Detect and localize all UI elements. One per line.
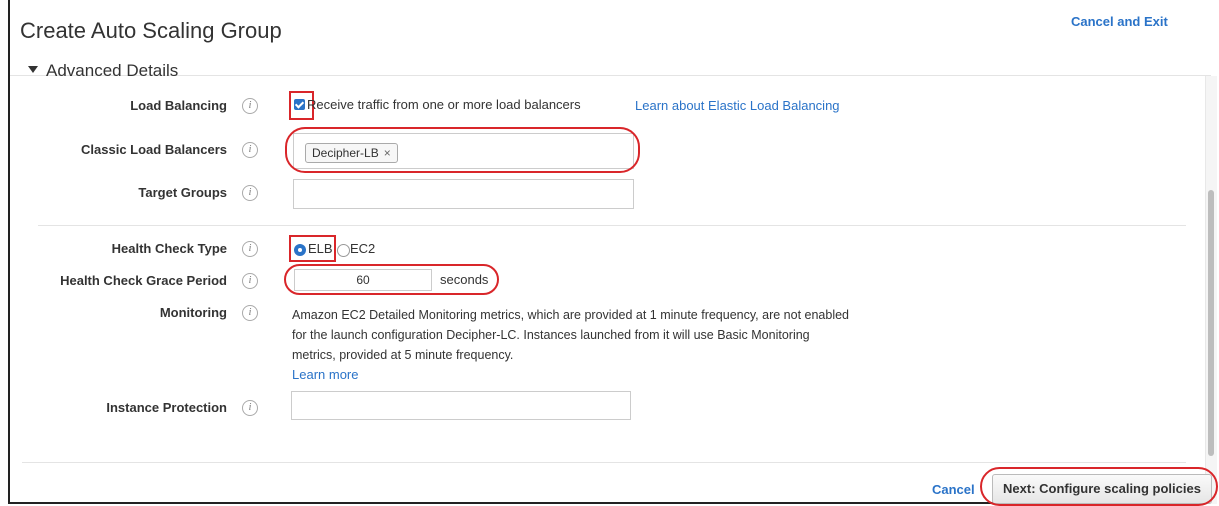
classic-lb-label: Classic Load Balancers (81, 142, 227, 157)
info-icon[interactable]: i (242, 142, 258, 158)
learn-elb-link[interactable]: Learn about Elastic Load Balancing (635, 98, 840, 113)
target-groups-input[interactable] (293, 179, 634, 209)
scrollbar-thumb[interactable] (1208, 190, 1214, 456)
info-icon[interactable]: i (242, 241, 258, 257)
page-title: Create Auto Scaling Group (20, 18, 282, 43)
cancel-and-exit-link[interactable]: Cancel and Exit (1071, 14, 1168, 29)
load-balancing-label: Load Balancing (130, 98, 227, 113)
footer-divider (22, 462, 1186, 463)
annotation-highlight (285, 127, 640, 173)
learn-more-link[interactable]: Learn more (292, 367, 358, 382)
monitoring-description: Amazon EC2 Detailed Monitoring metrics, … (292, 308, 850, 362)
header-divider (10, 75, 1211, 76)
info-icon[interactable]: i (242, 185, 258, 201)
info-icon[interactable]: i (242, 400, 258, 416)
annotation-highlight (289, 235, 336, 262)
info-icon[interactable]: i (242, 273, 258, 289)
info-icon[interactable]: i (242, 98, 258, 114)
annotation-highlight (284, 264, 499, 295)
info-icon[interactable]: i (242, 305, 258, 321)
monitoring-label: Monitoring (159, 305, 227, 320)
cancel-button[interactable]: Cancel (932, 482, 975, 497)
section-title: Advanced Details (46, 61, 179, 80)
target-groups-label: Target Groups (138, 185, 227, 200)
monitoring-text: Amazon EC2 Detailed Monitoring metrics, … (292, 305, 852, 385)
grace-period-label: Health Check Grace Period (60, 273, 227, 288)
advanced-details-toggle[interactable]: Advanced Details (28, 61, 178, 81)
radio-unselected-icon[interactable] (337, 244, 350, 257)
instance-protection-select[interactable] (291, 391, 631, 420)
section-divider (38, 225, 1186, 226)
collapse-arrow-icon (28, 66, 38, 73)
load-balancer-checkbox-label[interactable]: Receive traffic from one or more load ba… (307, 97, 581, 112)
radio-ec2-label[interactable]: EC2 (350, 241, 375, 256)
annotation-highlight (980, 467, 1218, 506)
instance-protection-label: Instance Protection (106, 400, 227, 415)
health-check-type-label: Health Check Type (111, 241, 227, 256)
